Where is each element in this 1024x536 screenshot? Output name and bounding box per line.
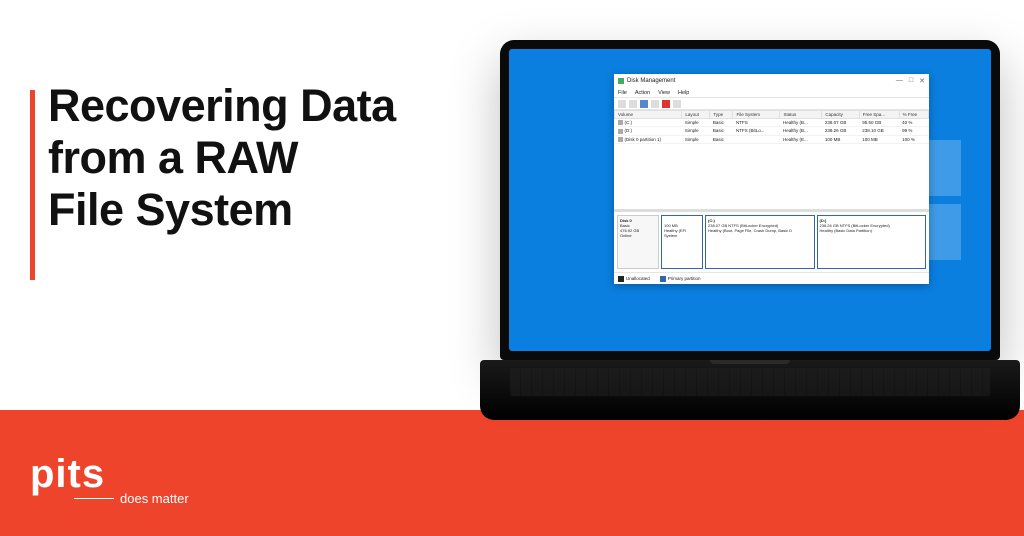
table-row[interactable]: (Disk 0 partition 1)SimpleBasicHealthy (… <box>615 135 929 143</box>
app-icon <box>618 78 624 84</box>
menu-file[interactable]: File <box>618 90 627 96</box>
menu-bar: File Action View Help <box>614 88 929 98</box>
close-icon[interactable]: ✕ <box>919 77 925 85</box>
volume-table: VolumeLayoutTypeFile SystemStatusCapacit… <box>614 110 929 144</box>
window-title: Disk Management <box>627 78 675 84</box>
window-buttons: — □ ✕ <box>896 77 925 85</box>
menu-help[interactable]: Help <box>678 90 689 96</box>
partition[interactable]: (D:)238.26 GB NTFS (BitLocker Encrypted)… <box>817 215 927 269</box>
col-header[interactable]: Layout <box>682 111 710 119</box>
col-header[interactable]: Free Spa... <box>859 111 899 119</box>
hero-banner: Recovering Datafrom a RAWFile System pit… <box>0 0 1024 536</box>
table-row[interactable]: (C:)SimpleBasicNTFSHealthy (B...238.07 G… <box>615 119 929 127</box>
headline: Recovering Datafrom a RAWFile System <box>48 80 396 235</box>
table-row[interactable]: (D:)SimpleBasicNTFS (BitLo...Healthy (B.… <box>615 127 929 135</box>
maximize-icon[interactable]: □ <box>909 77 913 85</box>
laptop-screen: Disk Management — □ ✕ File Action View H… <box>509 49 991 351</box>
window-titlebar: Disk Management — □ ✕ <box>614 74 929 88</box>
col-header[interactable]: Status <box>780 111 822 119</box>
toolbar-icon[interactable] <box>640 100 648 108</box>
partition[interactable]: 100 MBHealthy (EFI System <box>661 215 703 269</box>
partition[interactable]: (C:)238.07 GB NTFS (BitLocker Encrypted)… <box>705 215 815 269</box>
toolbar-icon[interactable] <box>618 100 626 108</box>
col-header[interactable]: File System <box>733 111 780 119</box>
brand-logo: pits does matter <box>30 452 189 506</box>
laptop-bezel: Disk Management — □ ✕ File Action View H… <box>500 40 1000 360</box>
col-header[interactable]: % Free <box>899 111 928 119</box>
minimize-icon[interactable]: — <box>896 77 903 85</box>
legend-swatch-unallocated <box>618 276 624 282</box>
accent-bar <box>30 90 35 280</box>
toolbar-icon[interactable] <box>673 100 681 108</box>
col-header[interactable]: Capacity <box>822 111 859 119</box>
volume-list-pane: VolumeLayoutTypeFile SystemStatusCapacit… <box>614 110 929 209</box>
toolbar <box>614 98 929 110</box>
laptop-illustration: Disk Management — □ ✕ File Action View H… <box>500 40 1000 420</box>
disk-map-pane: Disk 0 Basic 476.92 GB Online 100 MBHeal… <box>614 212 929 272</box>
col-header[interactable]: Type <box>710 111 733 119</box>
laptop-base <box>480 360 1020 420</box>
disk-label: Disk 0 Basic 476.92 GB Online <box>617 215 659 269</box>
menu-action[interactable]: Action <box>635 90 650 96</box>
toolbar-icon[interactable] <box>651 100 659 108</box>
disk-management-window: Disk Management — □ ✕ File Action View H… <box>614 74 929 284</box>
toolbar-delete-icon[interactable] <box>662 100 670 108</box>
toolbar-icon[interactable] <box>629 100 637 108</box>
col-header[interactable]: Volume <box>615 111 682 119</box>
laptop-keyboard <box>510 368 990 396</box>
legend-swatch-primary <box>660 276 666 282</box>
menu-view[interactable]: View <box>658 90 670 96</box>
legend: Unallocated Primary partition <box>614 272 929 284</box>
